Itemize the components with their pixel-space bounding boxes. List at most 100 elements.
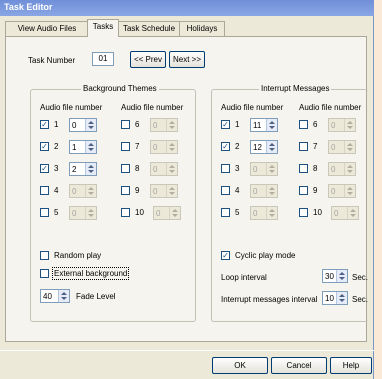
audio-file-checkbox[interactable] [121,142,130,151]
audio-file-checkbox[interactable] [299,120,308,129]
interrupt-interval-stepper[interactable]: 10 [322,291,348,305]
stepper-arrows-icon[interactable] [266,207,277,219]
audio-file-number-header: Audio file number [40,103,103,112]
audio-file-checkbox[interactable] [221,186,230,195]
background-themes-group: Background Themes Audio file number Audi… [30,84,196,322]
audio-file-stepper[interactable]: 0 [328,140,356,154]
audio-file-stepper[interactable]: 2 [69,162,97,176]
audio-file-stepper[interactable]: 0 [150,162,178,176]
audio-file-checkbox[interactable] [121,208,130,217]
audio-file-stepper[interactable]: 0 [328,162,356,176]
stepper-arrows-icon[interactable] [266,119,277,131]
tab-tasks[interactable]: Tasks [87,19,119,37]
audio-file-checkbox[interactable] [299,208,308,217]
stepper-arrows-icon[interactable] [58,290,69,302]
background-themes-title: Background Themes [81,84,159,93]
audio-file-stepper[interactable]: 0 [150,140,178,154]
help-button[interactable]: Help [330,357,372,374]
stepper-arrows-icon[interactable] [85,141,96,153]
stepper-arrows-icon[interactable] [85,207,96,219]
audio-file-checkbox[interactable] [299,164,308,173]
ok-button[interactable]: OK [212,357,268,374]
stepper-arrows-icon[interactable] [166,163,177,175]
audio-file-index: 6 [135,120,140,129]
audio-file-index: 9 [313,186,318,195]
stepper-arrows-icon[interactable] [85,163,96,175]
stepper-arrows-icon[interactable] [266,141,277,153]
audio-file-stepper[interactable]: 0 [250,206,278,220]
tab-holidays[interactable]: Holidays [179,21,225,36]
stepper-arrows-icon[interactable] [169,207,180,219]
cancel-button[interactable]: Cancel [271,357,327,374]
stepper-arrows-icon[interactable] [344,141,355,153]
audio-file-stepper[interactable]: 0 [150,118,178,132]
footer-divider [0,350,374,351]
audio-file-checkbox[interactable] [221,208,230,217]
audio-file-value: 0 [153,121,158,130]
audio-file-stepper[interactable]: 0 [250,184,278,198]
audio-file-stepper[interactable]: 0 [328,118,356,132]
next-button[interactable]: Next >> [169,51,205,68]
audio-file-checkbox[interactable]: ✓ [40,120,49,129]
audio-file-checkbox[interactable]: ✓ [40,164,49,173]
stepper-arrows-icon[interactable] [336,270,347,282]
title-bar[interactable]: Task Editor [0,0,374,16]
loop-interval-stepper[interactable]: 30 [322,269,348,283]
audio-file-stepper[interactable]: 0 [69,206,97,220]
audio-file-checkbox[interactable]: ✓ [221,142,230,151]
audio-file-stepper[interactable]: 1 [69,140,97,154]
task-number-label: Task Number [28,56,76,65]
stepper-arrows-icon[interactable] [166,185,177,197]
audio-file-value: 0 [334,209,339,218]
audio-file-checkbox[interactable]: ✓ [40,142,49,151]
audio-file-value: 0 [331,187,336,196]
audio-file-checkbox[interactable] [40,208,49,217]
audio-file-index: 8 [135,164,140,173]
interrupt-interval-unit: Sec. [352,295,369,304]
cyclic-play-checkbox[interactable]: ✓ [221,251,230,260]
audio-file-stepper[interactable]: 12 [250,140,278,154]
stepper-arrows-icon[interactable] [166,141,177,153]
stepper-arrows-icon[interactable] [166,119,177,131]
audio-file-checkbox[interactable] [40,186,49,195]
external-background-checkbox[interactable] [40,269,49,278]
audio-file-stepper[interactable]: 0 [69,118,97,132]
stepper-arrows-icon[interactable] [347,207,358,219]
audio-file-stepper[interactable]: 0 [150,184,178,198]
audio-file-checkbox[interactable] [121,186,130,195]
fade-level-stepper[interactable]: 40 [40,289,70,303]
audio-file-index: 5 [235,208,240,217]
audio-file-checkbox[interactable] [299,142,308,151]
stepper-arrows-icon[interactable] [266,163,277,175]
stepper-arrows-icon[interactable] [344,185,355,197]
task-number-field[interactable]: 01 [92,52,114,66]
prev-button[interactable]: << Prev [130,51,166,68]
audio-file-checkbox[interactable] [121,164,130,173]
random-play-checkbox[interactable] [40,251,49,260]
audio-file-checkbox[interactable] [221,164,230,173]
audio-file-checkbox[interactable] [121,120,130,129]
tab-view-audio-files[interactable]: View Audio Files [5,21,89,36]
audio-file-stepper[interactable]: 11 [250,118,278,132]
audio-file-number-header: Audio file number [299,103,362,112]
audio-file-stepper[interactable]: 0 [69,184,97,198]
interrupt-interval-label: Interrupt messages interval [221,295,318,304]
audio-file-stepper[interactable]: 0 [331,206,359,220]
stepper-arrows-icon[interactable] [336,292,347,304]
tab-task-schedule[interactable]: Task Schedule [117,21,181,36]
stepper-arrows-icon[interactable] [344,119,355,131]
audio-file-stepper[interactable]: 0 [250,162,278,176]
audio-file-index: 4 [54,186,59,195]
audio-file-checkbox[interactable]: ✓ [221,120,230,129]
audio-file-number-header: Audio file number [221,103,284,112]
audio-file-value: 0 [153,165,158,174]
stepper-arrows-icon[interactable] [344,163,355,175]
audio-file-value: 0 [253,209,258,218]
audio-file-checkbox[interactable] [299,186,308,195]
audio-file-stepper[interactable]: 0 [328,184,356,198]
audio-file-index: 3 [54,164,59,173]
stepper-arrows-icon[interactable] [85,185,96,197]
stepper-arrows-icon[interactable] [266,185,277,197]
stepper-arrows-icon[interactable] [85,119,96,131]
audio-file-stepper[interactable]: 0 [153,206,181,220]
